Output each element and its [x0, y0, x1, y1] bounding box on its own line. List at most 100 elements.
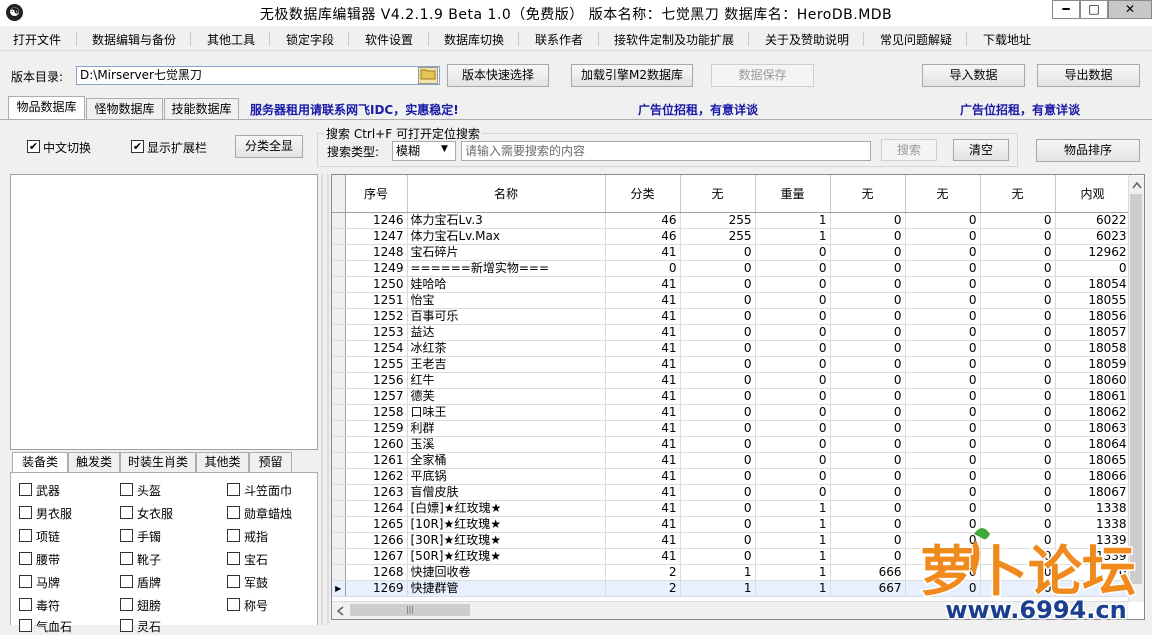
table-cell[interactable]: 0	[980, 452, 1056, 469]
table-cell[interactable]: 口味王	[407, 404, 606, 421]
table-cell[interactable]: 41	[605, 548, 681, 565]
table-cell[interactable]: 0	[680, 468, 756, 485]
menu-database-switch[interactable]: 数据库切换	[444, 31, 504, 48]
table-row[interactable]: 1249 ======新增实物=== 0 0 0 0 0 0 0	[332, 260, 1131, 277]
table-cell[interactable]: 0	[755, 388, 831, 405]
row-indicator[interactable]	[332, 436, 346, 453]
table-cell[interactable]: 全家桶	[407, 452, 606, 469]
table-cell[interactable]: 255	[680, 212, 756, 229]
close-button[interactable]: ✕	[1108, 0, 1152, 19]
table-cell[interactable]: 0	[905, 292, 981, 309]
table-cell[interactable]: 1	[755, 212, 831, 229]
table-cell[interactable]: 0	[680, 500, 756, 517]
table-cell[interactable]: 18062	[1055, 404, 1131, 421]
table-cell[interactable]: 0	[830, 260, 906, 277]
panel-splitter[interactable]	[320, 174, 330, 625]
show-all-categories-button[interactable]: 分类全显	[235, 135, 303, 158]
table-cell[interactable]: 18064	[1055, 436, 1131, 453]
table-cell[interactable]: 1	[755, 500, 831, 517]
table-cell[interactable]: 0	[680, 244, 756, 261]
table-cell[interactable]: 18067	[1055, 484, 1131, 501]
table-cell[interactable]: 0	[830, 228, 906, 245]
table-cell[interactable]: 0	[680, 388, 756, 405]
import-data-button[interactable]: 导入数据	[922, 64, 1025, 87]
table-row[interactable]: 1253 益达 41 0 0 0 0 0 18057	[332, 324, 1131, 341]
table-cell[interactable]: 18058	[1055, 340, 1131, 357]
table-row[interactable]: 1260 玉溪 41 0 0 0 0 0 18064	[332, 436, 1131, 453]
table-cell[interactable]: 0	[755, 324, 831, 341]
table-cell[interactable]: 1	[755, 548, 831, 565]
table-cell[interactable]: 0	[905, 484, 981, 501]
row-indicator[interactable]: ▶	[332, 580, 346, 597]
table-cell[interactable]: ======新增实物===	[407, 260, 606, 277]
table-cell[interactable]: 41	[605, 404, 681, 421]
table-cell[interactable]: 怡宝	[407, 292, 606, 309]
table-cell[interactable]: 667	[830, 580, 906, 597]
column-header-none-3[interactable]: 无	[905, 175, 981, 213]
table-cell[interactable]: 0	[755, 308, 831, 325]
table-cell[interactable]: 0	[830, 532, 906, 549]
table-cell[interactable]: 0	[830, 356, 906, 373]
table-cell[interactable]: 18059	[1055, 356, 1131, 373]
table-cell[interactable]: 41	[605, 516, 681, 533]
table-row[interactable]: 1251 怡宝 41 0 0 0 0 0 18055	[332, 292, 1131, 309]
table-cell[interactable]: 快捷群管	[407, 580, 606, 597]
table-cell[interactable]: 1267	[345, 548, 408, 565]
row-indicator[interactable]	[332, 372, 346, 389]
table-cell[interactable]: 娃哈哈	[407, 276, 606, 293]
table-cell[interactable]: 0	[980, 436, 1056, 453]
table-cell[interactable]: 0	[830, 420, 906, 437]
table-cell[interactable]: 46	[605, 228, 681, 245]
table-row[interactable]: 1254 冰红茶 41 0 0 0 0 0 18058	[332, 340, 1131, 357]
table-row[interactable]: 1262 平底锅 41 0 0 0 0 0 18066	[332, 468, 1131, 485]
table-cell[interactable]: 1252	[345, 308, 408, 325]
table-cell[interactable]: 6022	[1055, 212, 1131, 229]
table-cell[interactable]: 0	[905, 404, 981, 421]
menu-download[interactable]: 下载地址	[983, 31, 1031, 48]
table-cell[interactable]: 0	[830, 500, 906, 517]
table-row[interactable]: 1248 宝石碎片 41 0 0 0 0 0 12962	[332, 244, 1131, 261]
table-cell[interactable]: 0	[905, 436, 981, 453]
row-indicator[interactable]	[332, 340, 346, 357]
row-indicator[interactable]	[332, 292, 346, 309]
table-cell[interactable]: 0	[830, 324, 906, 341]
table-cell[interactable]: 41	[605, 420, 681, 437]
table-cell[interactable]: 0	[905, 260, 981, 277]
table-row[interactable]: 1261 全家桶 41 0 0 0 0 0 18065	[332, 452, 1131, 469]
table-cell[interactable]: 0	[905, 228, 981, 245]
table-cell[interactable]: 41	[605, 436, 681, 453]
menu-about-sponsor[interactable]: 关于及赞助说明	[765, 31, 849, 48]
table-cell[interactable]: 0	[680, 372, 756, 389]
chinese-switch-checkbox[interactable]: ✔	[27, 140, 40, 153]
minimize-button[interactable]: ━	[1052, 0, 1080, 19]
menu-software-settings[interactable]: 软件设置	[365, 31, 413, 48]
table-cell[interactable]: 0	[680, 436, 756, 453]
table-cell[interactable]: 体力宝石Lv.3	[407, 212, 606, 229]
table-cell[interactable]: 1246	[345, 212, 408, 229]
table-cell[interactable]: 0	[680, 548, 756, 565]
item-sort-button[interactable]: 物品排序	[1036, 139, 1140, 162]
table-cell[interactable]: 0	[830, 308, 906, 325]
table-cell[interactable]: 利群	[407, 420, 606, 437]
table-cell[interactable]: 0	[830, 276, 906, 293]
table-cell[interactable]: 255	[680, 228, 756, 245]
table-cell[interactable]: 1338	[1055, 500, 1131, 517]
table-row[interactable]: 1250 娃哈哈 41 0 0 0 0 0 18054	[332, 276, 1131, 293]
table-cell[interactable]: 0	[830, 388, 906, 405]
row-indicator[interactable]	[332, 228, 346, 245]
table-cell[interactable]: 41	[605, 308, 681, 325]
menu-custom-software[interactable]: 接软件定制及功能扩展	[614, 31, 734, 48]
table-cell[interactable]: 0	[680, 516, 756, 533]
row-indicator[interactable]	[332, 516, 346, 533]
clear-button[interactable]: 清空	[953, 139, 1009, 161]
save-data-button[interactable]: 数据保存	[711, 64, 814, 87]
tab-fashion-zodiac[interactable]: 时装生肖类	[120, 452, 196, 472]
table-cell[interactable]: 益达	[407, 324, 606, 341]
version-quick-select-button[interactable]: 版本快速选择	[447, 64, 549, 87]
table-cell[interactable]: 6023	[1055, 228, 1131, 245]
row-indicator[interactable]	[332, 548, 346, 565]
table-cell[interactable]: 0	[830, 404, 906, 421]
table-cell[interactable]: 0	[980, 308, 1056, 325]
table-cell[interactable]: 0	[905, 372, 981, 389]
table-cell[interactable]: 平底锅	[407, 468, 606, 485]
